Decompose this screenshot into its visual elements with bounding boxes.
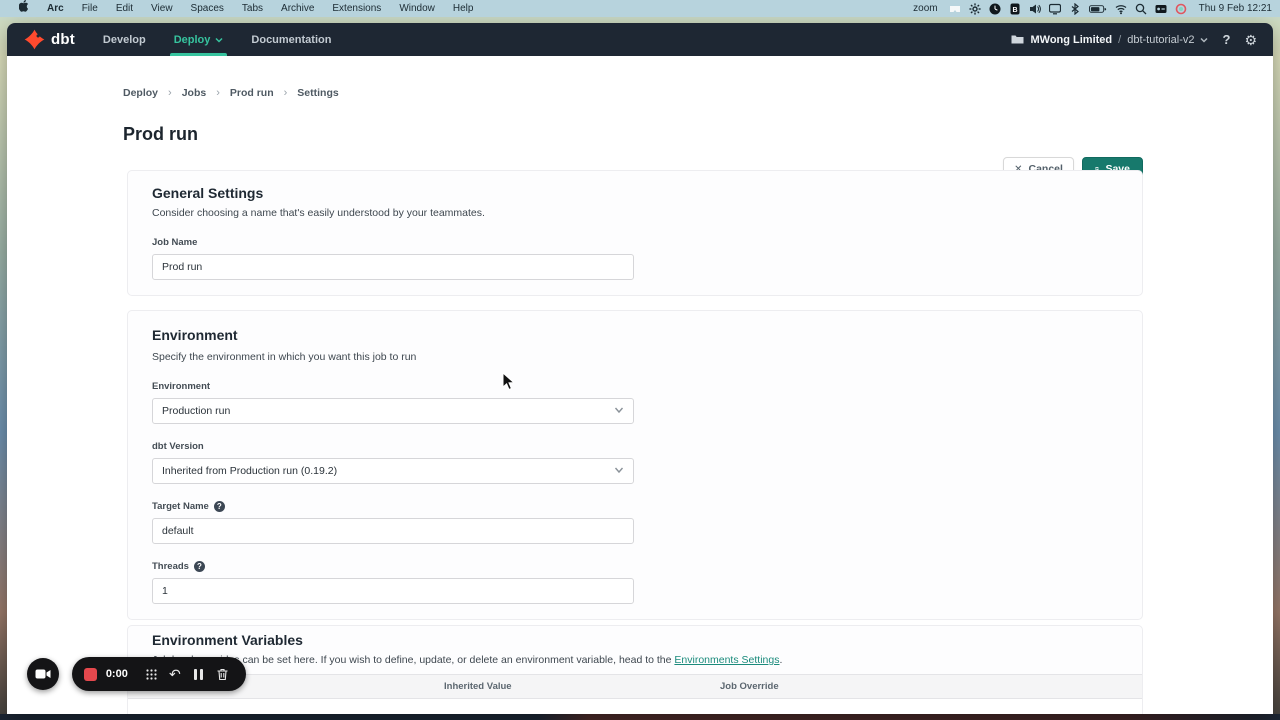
chevron-down-icon [1200, 36, 1208, 44]
general-settings-subtitle: Consider choosing a name that's easily u… [152, 207, 485, 219]
chevron-down-icon [215, 36, 223, 44]
settings-gear-icon[interactable]: ⚙ [1244, 33, 1257, 47]
gear-status-icon[interactable] [969, 2, 982, 15]
target-name-input[interactable] [152, 518, 634, 544]
chevron-down-icon [614, 405, 624, 418]
environment-title: Environment [152, 327, 238, 343]
column-inherited-value: Inherited Value [444, 681, 512, 692]
recorder-camera-button[interactable] [27, 658, 59, 690]
menubar-app-name[interactable]: Arc [38, 0, 73, 17]
environment-select[interactable]: Production run [152, 398, 634, 424]
breadcrumb-deploy[interactable]: Deploy [123, 87, 158, 99]
account-switcher[interactable]: MWong Limited / dbt-tutorial-v2 [1011, 34, 1208, 46]
general-settings-title: General Settings [152, 185, 263, 201]
environment-variables-description: Job level overrides can be set here. If … [152, 654, 782, 666]
recording-time: 0:00 [106, 668, 140, 680]
apple-menu-icon[interactable] [10, 0, 38, 18]
delete-recording-button[interactable] [210, 662, 234, 686]
main-nav: Develop Deploy Documentation [89, 23, 346, 56]
recorder-tools-button[interactable] [139, 662, 163, 686]
project-name: dbt-tutorial-v2 [1127, 34, 1194, 46]
page-content: Deploy › Jobs › Prod run › Settings Prod… [7, 56, 1273, 714]
dbt-app-header: dbt Develop Deploy Documentation MWong L… [7, 23, 1273, 56]
dbt-version-select[interactable]: Inherited from Production run (0.19.2) [152, 458, 634, 484]
menu-file[interactable]: File [73, 0, 107, 17]
threads-label: Threads ? [152, 561, 205, 572]
environments-settings-link[interactable]: Environments Settings [674, 654, 779, 666]
svg-text:B: B [1013, 6, 1018, 13]
clock-app-icon[interactable] [989, 2, 1002, 15]
desktop-wallpaper-strip [0, 714, 1280, 720]
menubar-clock[interactable]: Thu 9 Feb 12:21 [1195, 3, 1272, 14]
menu-edit[interactable]: Edit [107, 0, 142, 17]
folder-icon [1011, 34, 1024, 45]
wifi-icon[interactable] [1115, 2, 1128, 15]
job-name-input[interactable] [152, 254, 634, 280]
chevron-down-icon [614, 465, 624, 478]
general-settings-card: General Settings Consider choosing a nam… [127, 170, 1143, 296]
environment-subtitle: Specify the environment in which you wan… [152, 351, 416, 363]
search-icon[interactable] [1135, 2, 1148, 15]
threads-help-icon[interactable]: ? [194, 561, 205, 572]
pause-icon [194, 669, 203, 680]
breadcrumb: Deploy › Jobs › Prod run › Settings [123, 87, 339, 99]
dbt-logo[interactable]: dbt [7, 29, 89, 50]
trash-icon [216, 668, 229, 681]
app-b-icon[interactable]: B [1009, 2, 1022, 15]
environment-variables-card: Environment Variables Job level override… [127, 625, 1143, 714]
column-job-override: Job Override [720, 681, 779, 692]
macos-menubar: Arc File Edit View Spaces Tabs Archive E… [0, 0, 1280, 17]
dbt-logo-icon [24, 29, 45, 50]
breadcrumb-separator: › [168, 87, 172, 99]
undo-button[interactable]: ↶ [163, 662, 187, 686]
menu-help[interactable]: Help [444, 0, 483, 17]
nav-documentation[interactable]: Documentation [237, 23, 345, 56]
menu-tabs[interactable]: Tabs [233, 0, 272, 17]
control-center-icon[interactable] [1155, 2, 1168, 15]
bluetooth-icon[interactable] [1069, 2, 1082, 15]
menu-extensions[interactable]: Extensions [323, 0, 390, 17]
recorder-toolbar: 0:00 ↶ [72, 657, 246, 691]
env-vars-table-row [128, 699, 1142, 714]
dbt-version-label: dbt Version [152, 441, 204, 452]
menu-spaces[interactable]: Spaces [182, 0, 233, 17]
menu-view[interactable]: View [142, 0, 182, 17]
breadcrumb-settings[interactable]: Settings [297, 87, 338, 99]
environment-select-label: Environment [152, 381, 210, 392]
menu-window[interactable]: Window [390, 0, 444, 17]
environment-variables-title: Environment Variables [152, 632, 303, 648]
brand-name: dbt [51, 31, 75, 48]
breadcrumb-prod-run[interactable]: Prod run [230, 87, 274, 99]
environment-card: Environment Specify the environment in w… [127, 310, 1143, 620]
battery-icon[interactable] [1089, 2, 1108, 15]
target-name-help-icon[interactable]: ? [214, 501, 225, 512]
account-name: MWong Limited [1030, 34, 1112, 46]
nav-deploy[interactable]: Deploy [160, 23, 238, 56]
help-button[interactable]: ? [1222, 32, 1230, 47]
page-title: Prod run [123, 124, 198, 145]
breadcrumb-separator: › [216, 87, 220, 99]
job-name-label: Job Name [152, 237, 197, 248]
env-vars-table-header: Inherited Value Job Override [128, 674, 1142, 699]
screen-mirroring-icon[interactable] [949, 2, 962, 15]
display-icon[interactable] [1049, 2, 1062, 15]
breadcrumb-jobs[interactable]: Jobs [182, 87, 207, 99]
pause-button[interactable] [187, 662, 211, 686]
menu-archive[interactable]: Archive [272, 0, 323, 17]
dots-grid-icon [145, 668, 158, 681]
account-separator: / [1118, 34, 1121, 46]
breadcrumb-separator: › [284, 87, 288, 99]
target-name-label: Target Name ? [152, 501, 225, 512]
threads-input[interactable] [152, 578, 634, 604]
browser-window: dbt Develop Deploy Documentation MWong L… [7, 23, 1273, 714]
record-status-icon[interactable] [1175, 2, 1188, 15]
volume-icon[interactable] [1029, 2, 1042, 15]
menubar-zoom-app[interactable]: zoom [909, 0, 941, 17]
record-stop-button[interactable] [84, 668, 97, 681]
video-camera-icon [35, 668, 51, 680]
nav-develop[interactable]: Develop [89, 23, 160, 56]
